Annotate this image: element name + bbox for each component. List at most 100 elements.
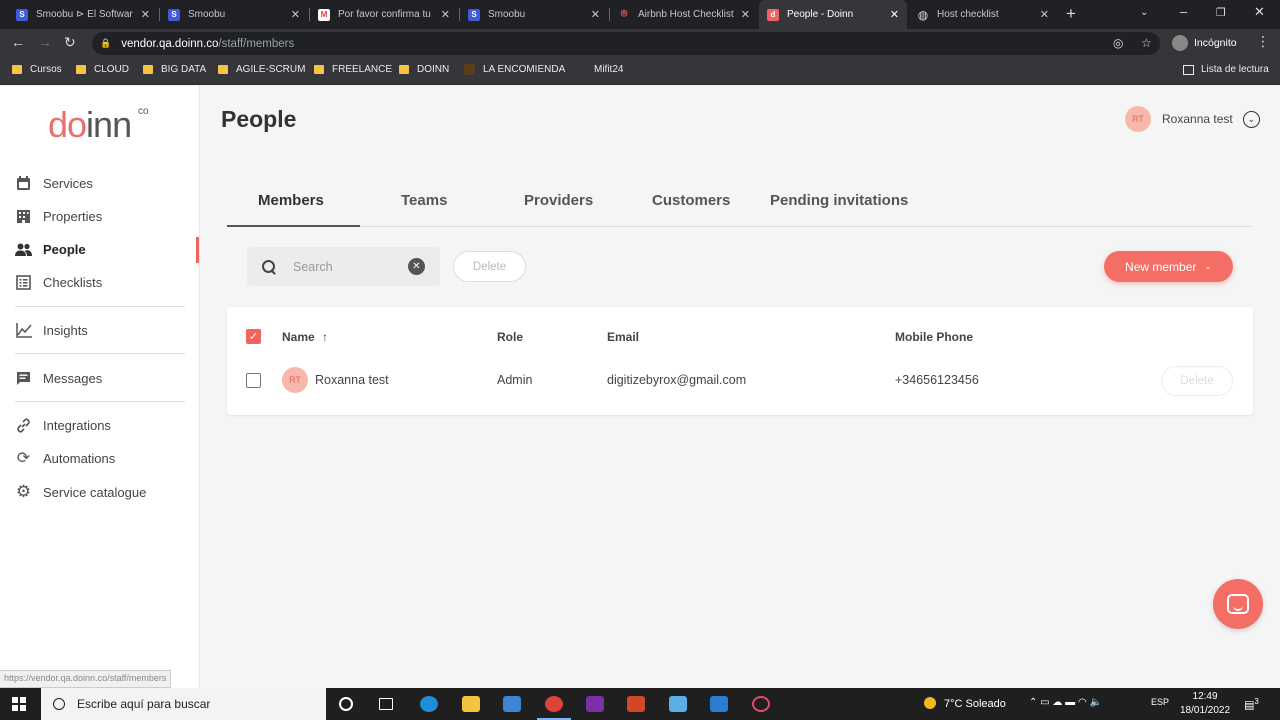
folder-icon <box>143 65 153 74</box>
close-icon[interactable]: ✕ <box>890 8 899 21</box>
browser-tab-2[interactable]: S Smoobu ✕ <box>160 0 308 29</box>
forward-icon[interactable]: → <box>38 34 52 50</box>
bulk-delete-button[interactable]: Delete <box>453 251 526 282</box>
checklist-icon <box>15 274 32 291</box>
doinn-logo[interactable]: doinn co <box>48 104 149 146</box>
snip-tool-icon[interactable] <box>752 696 770 712</box>
powerpoint-icon[interactable] <box>627 696 645 712</box>
clear-search-icon[interactable]: ✕ <box>408 258 425 275</box>
sidebar-item-integrations[interactable]: Integrations <box>15 414 195 436</box>
reload-icon[interactable]: ↻ <box>64 34 76 51</box>
sidebar-item-properties[interactable]: Properties <box>15 205 195 227</box>
sidebar-item-messages[interactable]: Messages <box>15 367 195 389</box>
bookmark-la-encomienda[interactable]: LA ENCOMIENDA <box>464 64 565 75</box>
row-checkbox[interactable] <box>246 373 261 388</box>
bookmark-doinn[interactable]: DOINN <box>399 64 449 75</box>
notification-icon[interactable]: ▤3 <box>1244 697 1259 712</box>
building-icon <box>15 208 32 225</box>
chrome-icon[interactable] <box>545 696 563 712</box>
app-icon[interactable] <box>669 696 687 712</box>
close-icon[interactable]: ✕ <box>1040 8 1049 21</box>
tab-customers[interactable]: Customers <box>652 192 730 226</box>
taskbar-search[interactable]: Escribe aquí para buscar <box>41 688 326 720</box>
bookmark-agile-scrum[interactable]: AGILE-SCRUM <box>218 64 305 75</box>
sidebar-item-services[interactable]: Services <box>15 172 195 194</box>
column-header-name[interactable]: Name ↑ <box>282 330 328 344</box>
close-icon[interactable]: ✕ <box>291 8 300 21</box>
sidebar-active-indicator <box>196 237 199 263</box>
close-icon[interactable]: ✕ <box>741 8 750 21</box>
sidebar-item-automations[interactable]: ⟳ Automations <box>15 447 195 469</box>
row-delete-button[interactable]: Delete <box>1161 366 1233 396</box>
tab-providers[interactable]: Providers <box>524 192 593 226</box>
photos-icon[interactable] <box>710 696 728 712</box>
tab-search-icon[interactable]: ⌄ <box>1140 7 1148 18</box>
search-input[interactable] <box>293 259 403 274</box>
star-icon[interactable]: ☆ <box>1141 36 1152 50</box>
tab-pending-invitations[interactable]: Pending invitations <box>770 192 908 226</box>
weather-widget[interactable]: 7°C Soleado <box>924 697 1006 710</box>
bookmark-cloud[interactable]: CLOUD <box>76 64 129 75</box>
task-view-icon[interactable] <box>379 698 393 710</box>
chat-launcher-button[interactable] <box>1213 579 1263 629</box>
sidebar-item-checklists[interactable]: Checklists <box>15 271 195 293</box>
browser-tab-5[interactable]: ⌾ Airbnb Host Checklist ✕ <box>610 0 758 29</box>
back-icon[interactable]: ← <box>11 34 25 50</box>
close-icon[interactable]: ✕ <box>441 8 450 21</box>
window-close-icon[interactable]: ✕ <box>1254 4 1265 20</box>
browser-tab-3[interactable]: M Por favor confirma tu ✕ <box>310 0 458 29</box>
reading-list[interactable]: Lista de lectura <box>1183 64 1269 75</box>
eye-off-icon[interactable]: ◎ <box>1113 36 1123 50</box>
message-icon <box>15 370 32 387</box>
minimize-icon[interactable]: – <box>1180 4 1187 19</box>
onenote-icon[interactable] <box>586 696 604 712</box>
browser-tab-active[interactable]: d People - Doinn ✕ <box>759 0 907 29</box>
tab-members[interactable]: Members <box>258 192 324 226</box>
smoobu-icon: S <box>468 8 480 21</box>
language-indicator[interactable]: ESP <box>1151 697 1169 707</box>
chat-icon <box>1227 594 1249 614</box>
close-icon[interactable]: ✕ <box>591 8 600 21</box>
browser-menu-icon[interactable]: ⋮ <box>1256 33 1270 50</box>
cortana-icon[interactable] <box>339 697 353 711</box>
chevron-down-icon[interactable]: ⌄ <box>1242 110 1260 128</box>
user-menu[interactable]: RT Roxanna test ⌄ <box>1125 106 1260 132</box>
taskbar-clock[interactable]: 12:49 18/01/2022 <box>1180 690 1230 718</box>
column-header-email: Email <box>607 330 640 344</box>
bookmark-mifit24[interactable]: Mifit24 <box>594 64 623 75</box>
bookmarks-bar: Cursos CLOUD BIG DATA AGILE-SCRUM FREELA… <box>0 58 1280 85</box>
sidebar-divider <box>15 401 185 402</box>
sidebar-item-insights[interactable]: Insights <box>15 319 195 341</box>
app-root: doinn co Services Properties People Chec… <box>0 86 1280 690</box>
mail-icon[interactable] <box>503 696 521 712</box>
bookmark-freelance[interactable]: FREELANCE <box>314 64 392 75</box>
new-member-button[interactable]: New member ⌄ <box>1104 251 1233 282</box>
globe-icon: ◍ <box>917 7 929 22</box>
sidebar-item-service-catalogue[interactable]: ⚙ Service catalogue <box>15 481 195 503</box>
browser-status-url: https://vendor.qa.doinn.co/staff/members <box>0 670 172 688</box>
url-field[interactable]: 🔒 vendor.qa.doinn.co/staff/members <box>92 32 1160 55</box>
incognito-badge[interactable]: Incógnito <box>1172 35 1237 51</box>
close-icon[interactable]: ✕ <box>141 8 150 21</box>
reading-list-icon <box>1183 64 1194 75</box>
browser-tab-1[interactable]: S Smoobu ⊳ El Softwar ✕ <box>8 0 158 29</box>
browser-tab-bar: S Smoobu ⊳ El Softwar ✕ S Smoobu ✕ M Por… <box>0 0 1280 29</box>
select-all-checkbox[interactable]: ✓ <box>246 329 261 344</box>
file-explorer-icon[interactable] <box>462 696 480 712</box>
edge-icon[interactable] <box>420 696 438 712</box>
search-icon <box>261 259 277 275</box>
browser-tab-4[interactable]: S Smoobu ✕ <box>460 0 608 29</box>
maximize-icon[interactable]: ❐ <box>1216 6 1226 19</box>
chevron-down-icon: ⌄ <box>1204 261 1212 271</box>
smoobu-icon: S <box>16 8 28 21</box>
sidebar-item-people[interactable]: People <box>15 238 195 260</box>
browser-tab-7[interactable]: ◍ Host checklist ✕ <box>909 0 1057 29</box>
bookmark-cursos[interactable]: Cursos <box>12 64 62 75</box>
folder-icon <box>218 65 228 74</box>
tab-teams[interactable]: Teams <box>401 192 447 226</box>
windows-taskbar: Escribe aquí para buscar 7°C Soleado ⌃ ▭… <box>0 688 1280 720</box>
bookmark-big-data[interactable]: BIG DATA <box>143 64 206 75</box>
new-tab-icon[interactable]: + <box>1066 4 1076 24</box>
windows-start-icon[interactable] <box>12 697 26 711</box>
tray-icons[interactable]: ⌃ ▭ ☁ ▬ ◠ 🔈 <box>1029 697 1102 708</box>
